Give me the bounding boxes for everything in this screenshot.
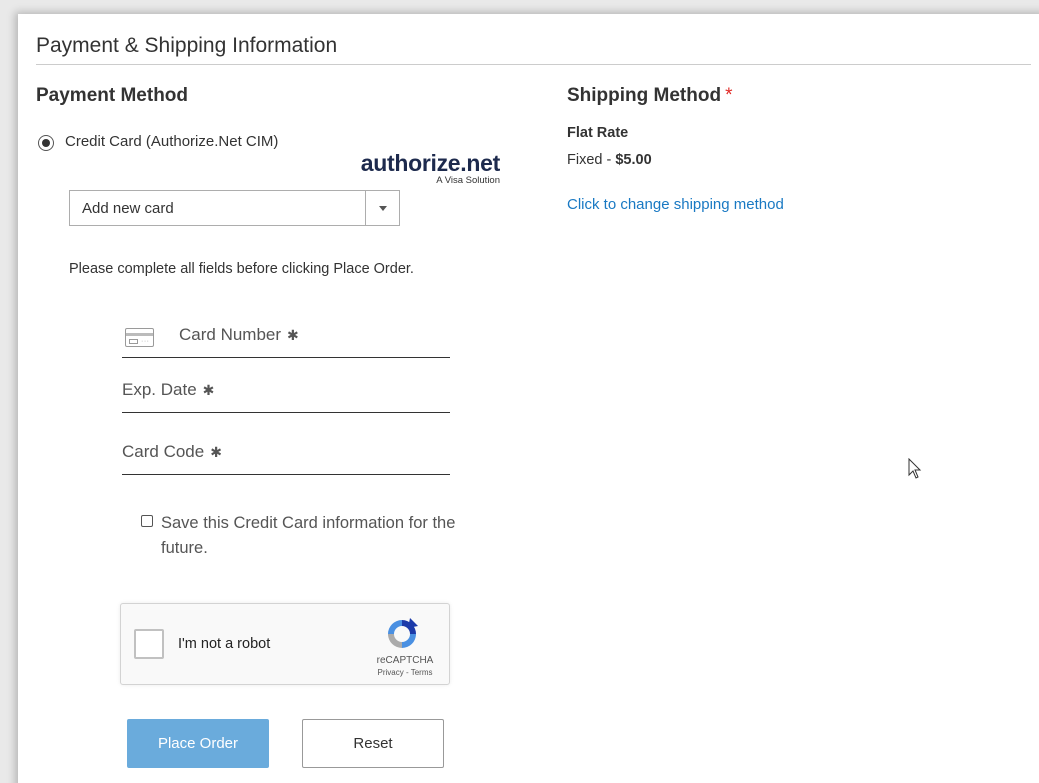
payment-instructions: Please complete all fields before clicki…: [69, 261, 414, 277]
shipping-price-line: Fixed - $5.00: [567, 152, 652, 168]
required-asterisk: *: [725, 85, 733, 106]
logo-word: authorize.net: [360, 150, 501, 176]
save-card-label[interactable]: Save this Credit Card information for th…: [161, 511, 461, 561]
required-asterisk: ✱: [202, 382, 215, 398]
card-code-label: Card Code ✱: [122, 442, 222, 461]
card-number-label: Card Number ✱: [179, 325, 299, 344]
chevron-down-icon: [379, 206, 387, 211]
recaptcha-checkbox[interactable]: [134, 629, 164, 659]
shipping-price: $5.00: [615, 152, 652, 168]
recaptcha-icon: [388, 618, 418, 648]
saved-card-select-value: Add new card: [82, 200, 174, 217]
title-divider: [36, 64, 1031, 65]
payment-method-heading: Payment Method: [36, 85, 189, 106]
select-toggle[interactable]: [365, 191, 399, 225]
authorize-net-logo: authorize.net A Visa Solution: [357, 150, 501, 186]
required-asterisk: ✱: [210, 444, 222, 460]
recaptcha-privacy-terms[interactable]: Privacy - Terms: [369, 668, 441, 677]
required-asterisk: ✱: [287, 327, 299, 343]
shipping-method-name: Flat Rate: [567, 125, 629, 141]
place-order-button[interactable]: Place Order: [127, 719, 269, 768]
checkout-panel: Payment & Shipping Information Payment M…: [18, 14, 1039, 783]
recaptcha-brand: reCAPTCHA: [376, 655, 434, 666]
exp-date-label: Exp. Date ✱: [122, 380, 215, 399]
card-code-field[interactable]: Card Code ✱: [122, 435, 450, 475]
section-title: Payment & Shipping Information: [36, 34, 338, 57]
change-shipping-method-link[interactable]: Click to change shipping method: [567, 196, 784, 213]
save-card-checkbox[interactable]: [141, 515, 153, 527]
credit-card-option-label[interactable]: Credit Card (Authorize.Net CIM): [65, 133, 278, 150]
credit-card-icon: ···: [125, 328, 154, 347]
credit-card-radio[interactable]: [38, 135, 54, 151]
shipping-method-heading: Shipping Method *: [567, 85, 733, 106]
exp-date-field[interactable]: Exp. Date ✱: [122, 373, 450, 413]
logo-tagline: A Visa Solution: [436, 175, 500, 186]
recaptcha-widget: I'm not a robot reCAPTCHA Privacy - Term…: [120, 603, 450, 685]
reset-button[interactable]: Reset: [302, 719, 444, 768]
card-number-field[interactable]: ··· Card Number ✱: [122, 318, 450, 358]
recaptcha-label: I'm not a robot: [178, 636, 271, 652]
mouse-cursor-icon: [908, 458, 922, 479]
saved-card-select[interactable]: Add new card: [69, 190, 400, 226]
